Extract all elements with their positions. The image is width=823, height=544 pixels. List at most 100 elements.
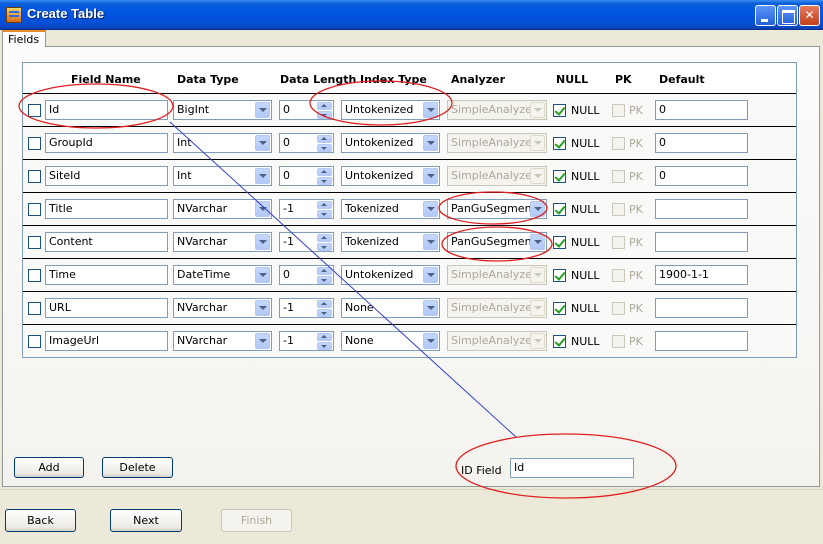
data-type-select[interactable]: Int <box>173 133 272 153</box>
null-checkbox[interactable] <box>553 335 566 348</box>
null-checkbox[interactable] <box>553 104 566 117</box>
spin-up-icon[interactable] <box>317 333 332 341</box>
data-length-stepper[interactable]: -1 <box>279 331 334 351</box>
data-type-select[interactable]: NVarchar <box>173 331 272 351</box>
tab-fields[interactable]: Fields <box>2 30 46 47</box>
next-button[interactable]: Next <box>110 509 182 532</box>
default-value-input[interactable]: 1900-1-1 <box>655 265 748 285</box>
chevron-down-icon[interactable] <box>530 201 545 217</box>
id-field-input[interactable]: Id <box>510 458 634 478</box>
null-checkbox[interactable] <box>553 170 566 183</box>
row-select-checkbox[interactable] <box>28 269 41 282</box>
analyzer-select[interactable]: PanGuSegment <box>447 199 547 219</box>
chevron-down-icon[interactable] <box>255 234 270 250</box>
delete-button[interactable]: Delete <box>102 457 173 478</box>
index-type-select[interactable]: Untokenized <box>341 265 440 285</box>
close-button[interactable]: ✕ <box>799 5 820 26</box>
row-select-checkbox[interactable] <box>28 236 41 249</box>
data-type-select[interactable]: DateTime <box>173 265 272 285</box>
spin-down-icon[interactable] <box>317 276 332 284</box>
chevron-down-icon[interactable] <box>255 333 270 349</box>
spin-up-icon[interactable] <box>317 267 332 275</box>
data-length-stepper[interactable]: 0 <box>279 166 334 186</box>
maximize-button[interactable] <box>777 5 798 26</box>
default-value-input[interactable] <box>655 331 748 351</box>
default-value-input[interactable]: 0 <box>655 133 748 153</box>
field-name-input[interactable]: Time <box>45 265 168 285</box>
index-type-select[interactable]: Tokenized <box>341 232 440 252</box>
field-name-input[interactable]: ImageUrl <box>45 331 168 351</box>
chevron-down-icon[interactable] <box>423 300 438 316</box>
data-type-select[interactable]: BigInt <box>173 100 272 120</box>
chevron-down-icon[interactable] <box>255 102 270 118</box>
null-checkbox[interactable] <box>553 203 566 216</box>
default-value-input[interactable]: 0 <box>655 100 748 120</box>
spin-up-icon[interactable] <box>317 135 332 143</box>
data-length-stepper[interactable]: 0 <box>279 265 334 285</box>
spin-up-icon[interactable] <box>317 201 332 209</box>
default-value-input[interactable] <box>655 232 748 252</box>
spin-down-icon[interactable] <box>317 309 332 317</box>
null-checkbox[interactable] <box>553 302 566 315</box>
row-select-checkbox[interactable] <box>28 137 41 150</box>
chevron-down-icon[interactable] <box>255 267 270 283</box>
analyzer-select[interactable]: PanGuSegment <box>447 232 547 252</box>
data-type-select[interactable]: NVarchar <box>173 232 272 252</box>
spin-down-icon[interactable] <box>317 210 332 218</box>
index-type-select[interactable]: None <box>341 298 440 318</box>
chevron-down-icon[interactable] <box>255 135 270 151</box>
index-type-select[interactable]: Untokenized <box>341 166 440 186</box>
data-length-stepper[interactable]: 0 <box>279 100 334 120</box>
spin-down-icon[interactable] <box>317 243 332 251</box>
spin-down-icon[interactable] <box>317 177 332 185</box>
chevron-down-icon[interactable] <box>423 135 438 151</box>
field-name-input[interactable]: GroupId <box>45 133 168 153</box>
chevron-down-icon[interactable] <box>423 267 438 283</box>
row-select-checkbox[interactable] <box>28 104 41 117</box>
field-name-input[interactable]: SiteId <box>45 166 168 186</box>
chevron-down-icon[interactable] <box>255 168 270 184</box>
data-length-stepper[interactable]: -1 <box>279 232 334 252</box>
spin-up-icon[interactable] <box>317 234 332 242</box>
data-type-select[interactable]: NVarchar <box>173 199 272 219</box>
default-value-input[interactable] <box>655 199 748 219</box>
field-name-input[interactable]: Id <box>45 100 168 120</box>
back-button[interactable]: Back <box>5 509 76 532</box>
data-type-select[interactable]: Int <box>173 166 272 186</box>
field-name-input[interactable]: URL <box>45 298 168 318</box>
chevron-down-icon[interactable] <box>423 201 438 217</box>
data-type-select[interactable]: NVarchar <box>173 298 272 318</box>
chevron-down-icon[interactable] <box>423 234 438 250</box>
index-type-select[interactable]: Tokenized <box>341 199 440 219</box>
data-length-stepper[interactable]: -1 <box>279 199 334 219</box>
spin-up-icon[interactable] <box>317 102 332 110</box>
spin-down-icon[interactable] <box>317 144 332 152</box>
chevron-down-icon[interactable] <box>423 102 438 118</box>
chevron-down-icon[interactable] <box>423 333 438 349</box>
chevron-down-icon[interactable] <box>530 234 545 250</box>
index-type-select[interactable]: None <box>341 331 440 351</box>
null-checkbox[interactable] <box>553 269 566 282</box>
row-select-checkbox[interactable] <box>28 335 41 348</box>
field-name-input[interactable]: Content <box>45 232 168 252</box>
default-value-input[interactable] <box>655 298 748 318</box>
data-length-stepper[interactable]: 0 <box>279 133 334 153</box>
chevron-down-icon[interactable] <box>423 168 438 184</box>
null-checkbox[interactable] <box>553 236 566 249</box>
index-type-select[interactable]: Untokenized <box>341 100 440 120</box>
spin-down-icon[interactable] <box>317 111 332 119</box>
spin-up-icon[interactable] <box>317 300 332 308</box>
spin-up-icon[interactable] <box>317 168 332 176</box>
data-length-stepper[interactable]: -1 <box>279 298 334 318</box>
minimize-button[interactable] <box>755 5 776 26</box>
row-select-checkbox[interactable] <box>28 170 41 183</box>
spin-down-icon[interactable] <box>317 342 332 350</box>
null-checkbox[interactable] <box>553 137 566 150</box>
title-bar[interactable]: Create Table ✕ <box>0 0 823 30</box>
add-button[interactable]: Add <box>14 457 84 478</box>
field-name-input[interactable]: Title <box>45 199 168 219</box>
default-value-input[interactable]: 0 <box>655 166 748 186</box>
row-select-checkbox[interactable] <box>28 302 41 315</box>
chevron-down-icon[interactable] <box>255 201 270 217</box>
index-type-select[interactable]: Untokenized <box>341 133 440 153</box>
